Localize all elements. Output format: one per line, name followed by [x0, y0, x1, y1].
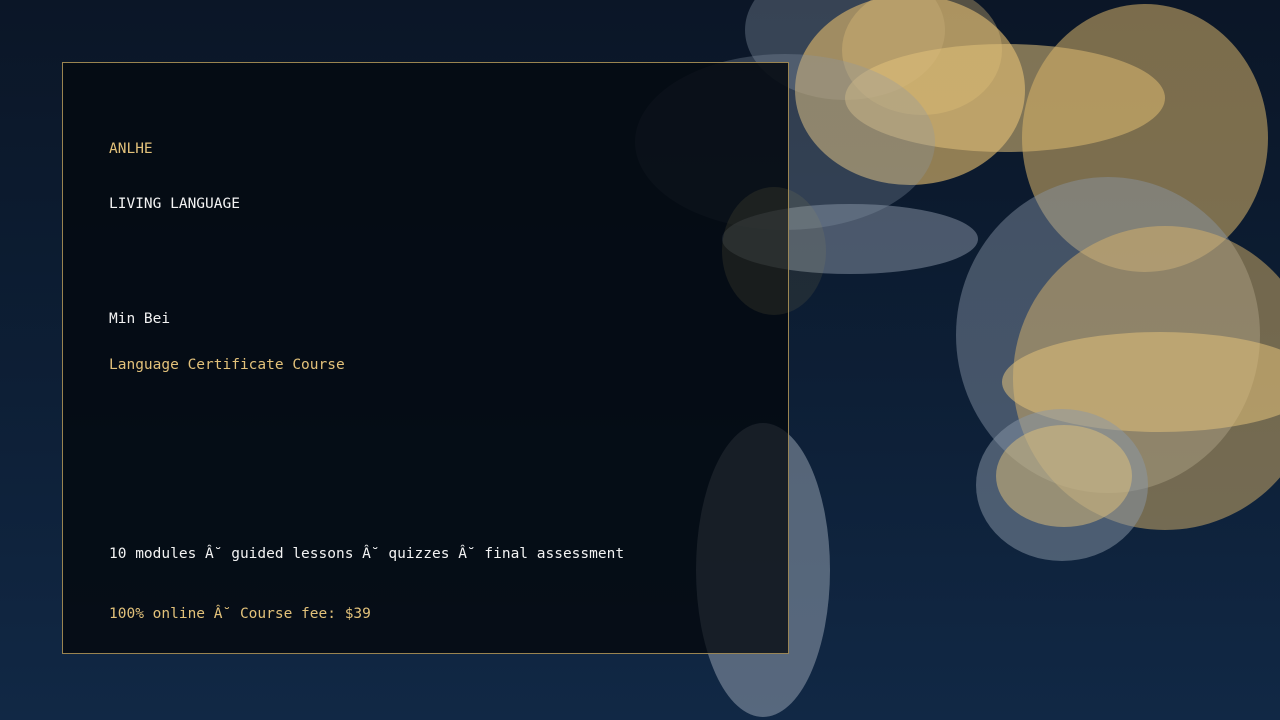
brand-name: ANLHE: [109, 141, 153, 157]
brand-tagline: LIVING LANGUAGE: [109, 196, 240, 212]
course-title: Language Certificate Course: [109, 357, 345, 373]
course-pricing: 100% online Â˘ Course fee: $39: [109, 606, 371, 622]
language-name: Min Bei: [109, 311, 171, 327]
bokeh-circle-gold-small: [996, 425, 1132, 527]
course-details: 10 modules Â˘ guided lessons Â˘ quizzes …: [109, 546, 625, 562]
course-card: ANLHE LIVING LANGUAGE Min Bei Language C…: [62, 62, 789, 654]
